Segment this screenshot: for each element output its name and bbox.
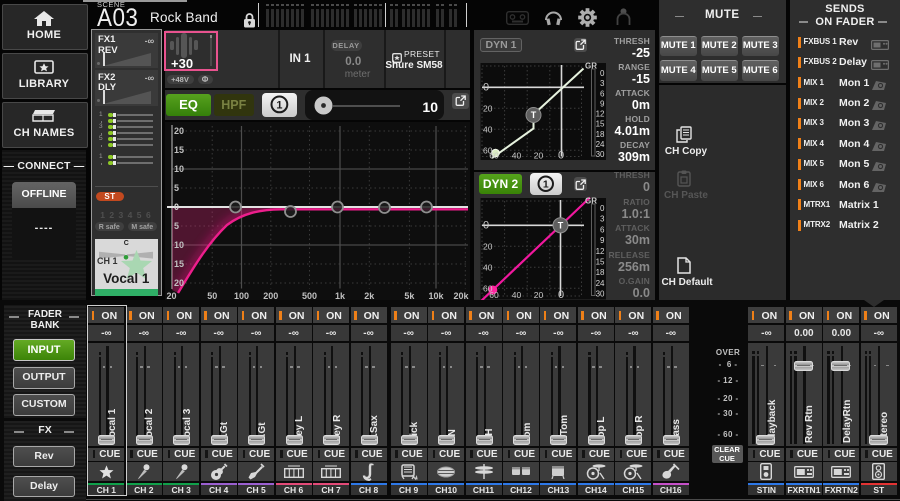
- svg-text:20: 20: [166, 291, 176, 300]
- svg-text:10k: 10k: [428, 291, 444, 300]
- svg-text:1: 1: [543, 179, 549, 190]
- svg-text:200: 200: [263, 291, 278, 300]
- svg-text:50: 50: [207, 291, 217, 300]
- svg-text:20k: 20k: [453, 291, 469, 300]
- svg-text:20: 20: [533, 290, 543, 300]
- svg-text:0: 0: [174, 202, 179, 212]
- svg-text:100: 100: [233, 291, 248, 300]
- svg-text:20: 20: [174, 126, 184, 136]
- svg-text:5: 5: [174, 183, 179, 193]
- svg-text:2k: 2k: [364, 291, 375, 300]
- svg-text:40: 40: [483, 262, 493, 272]
- svg-text:15: 15: [174, 259, 184, 269]
- svg-text:10: 10: [174, 240, 184, 250]
- svg-text:0: 0: [483, 81, 489, 93]
- svg-text:20: 20: [533, 151, 543, 161]
- svg-text:60: 60: [489, 151, 499, 161]
- svg-text:5k: 5k: [404, 291, 415, 300]
- svg-text:5: 5: [174, 221, 179, 231]
- svg-text:20: 20: [174, 278, 184, 288]
- svg-text:1k: 1k: [334, 291, 345, 300]
- svg-text:20: 20: [483, 241, 493, 251]
- svg-text:0: 0: [483, 219, 489, 231]
- svg-text:40: 40: [483, 124, 493, 134]
- svg-text:15: 15: [174, 145, 184, 155]
- svg-text:1: 1: [276, 99, 282, 111]
- svg-text:40: 40: [511, 290, 521, 300]
- svg-text:500: 500: [301, 291, 316, 300]
- svg-text:10: 10: [174, 164, 184, 174]
- svg-text:40: 40: [511, 151, 521, 161]
- svg-text:60: 60: [489, 290, 499, 300]
- svg-text:20: 20: [483, 103, 493, 113]
- svg-text:T: T: [530, 110, 536, 120]
